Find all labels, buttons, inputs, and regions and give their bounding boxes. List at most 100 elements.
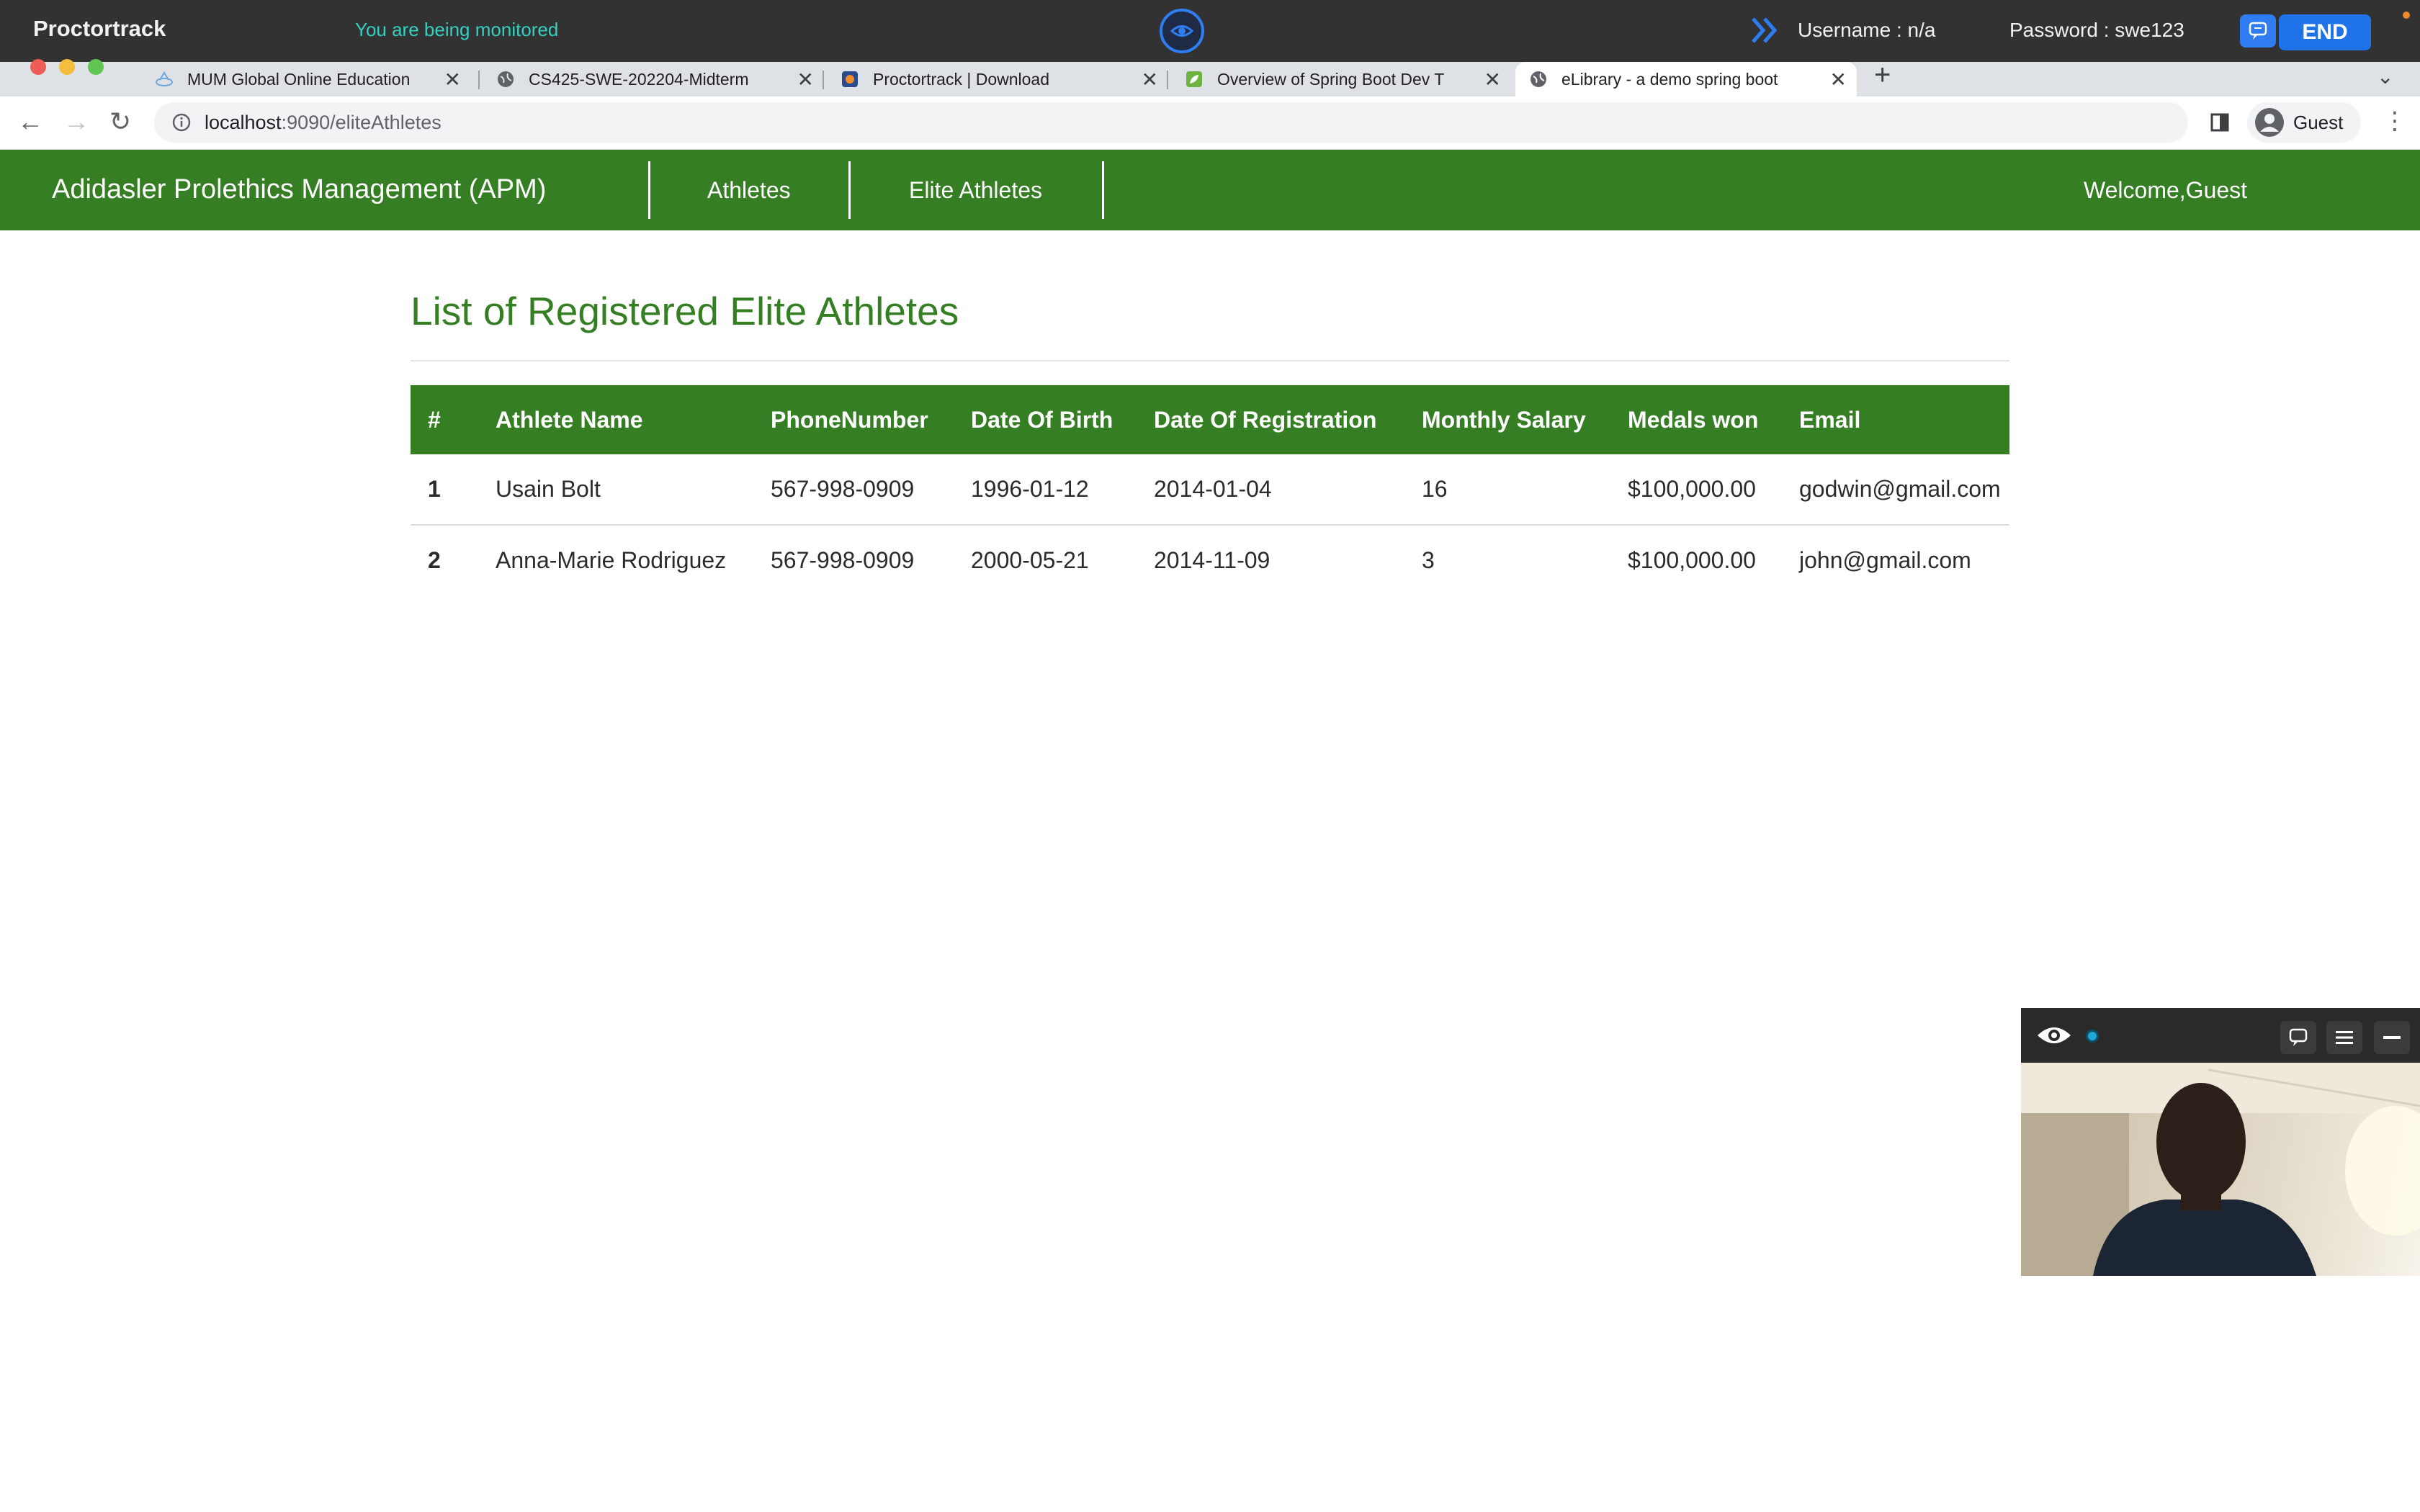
athlete-name: Anna-Marie Rodriguez <box>496 547 727 573</box>
browser-menu-icon[interactable]: ⋮ <box>2383 107 2407 135</box>
tab-spring-boot[interactable]: Overview of Spring Boot Dev T ✕ <box>1171 62 1511 96</box>
tab-title: eLibrary - a demo spring boot <box>1561 69 1778 89</box>
phone-number: 567-998-0909 <box>753 454 954 526</box>
minimize-window-button[interactable] <box>59 59 75 75</box>
nav-divider <box>1102 161 1104 219</box>
tab-separator <box>823 71 824 89</box>
medals-won: $100,000.00 <box>1610 454 1782 526</box>
proctor-brand: Proctortrack <box>33 16 166 41</box>
chat-icon <box>2289 1028 2308 1046</box>
column-header: Athlete Name <box>496 406 643 433</box>
date-of-birth: 2000-05-21 <box>971 547 1089 573</box>
tab-title: MUM Global Online Education <box>187 69 411 89</box>
expand-chevrons-icon[interactable] <box>1749 14 1783 50</box>
tab-mum-global[interactable]: MUM Global Online Education ✕ <box>141 62 471 96</box>
table-header-row: # Athlete Name PhoneNumber Date Of Birth… <box>411 385 2009 454</box>
url-text: localhost:9090/eliteAthletes <box>205 112 442 134</box>
column-header: Monthly Salary <box>1422 406 1586 433</box>
graduation-icon <box>154 69 174 89</box>
webcam-person-image <box>2021 1063 2420 1276</box>
column-header: Date Of Registration <box>1154 406 1377 433</box>
maximize-window-button[interactable] <box>88 59 104 75</box>
row-number: 2 <box>428 547 441 573</box>
forward-arrow-icon[interactable]: → <box>63 107 89 137</box>
webcam-chat-button[interactable] <box>2280 1021 2316 1054</box>
close-icon[interactable]: ✕ <box>1142 68 1158 91</box>
proctortrack-icon <box>840 69 860 89</box>
new-tab-icon[interactable]: + <box>1874 59 1891 91</box>
webcam-menu-button[interactable] <box>2326 1021 2362 1054</box>
table-row: 2 Anna-Marie Rodriguez 567-998-0909 2000… <box>411 525 2009 595</box>
profile-label: Guest <box>2293 111 2344 133</box>
close-window-button[interactable] <box>30 59 46 75</box>
close-icon[interactable]: ✕ <box>797 68 814 91</box>
column-header: Medals won <box>1628 406 1759 433</box>
table-row: 1 Usain Bolt 567-998-0909 1996-01-12 201… <box>411 454 2009 526</box>
column-header: # <box>428 406 441 433</box>
date-of-birth: 1996-01-12 <box>954 454 1137 526</box>
monthly-salary: 16 <box>1404 454 1610 526</box>
column-header: PhoneNumber <box>771 406 928 433</box>
password-label: Password : swe123 <box>2009 19 2184 41</box>
eye-icon <box>2035 1021 2073 1053</box>
tab-separator <box>478 71 480 89</box>
nav-divider <box>648 161 650 219</box>
webcam-minimize-button[interactable] <box>2374 1021 2410 1054</box>
tab-separator <box>1167 71 1168 89</box>
tab-elibrary[interactable]: eLibrary - a demo spring boot ✕ <box>1515 62 1857 96</box>
monitoring-status: You are being monitored <box>355 19 559 40</box>
url-path: :9090/eliteAthletes <box>281 112 442 133</box>
tab-title: CS425-SWE-202204-Midterm <box>529 69 749 89</box>
tab-title: Proctortrack | Download <box>873 69 1050 89</box>
email: godwin@gmail.com <box>1782 454 2009 526</box>
profile-button[interactable]: Guest <box>2247 102 2361 143</box>
site-info-icon[interactable] <box>171 112 192 136</box>
app-brand[interactable]: Adidasler Prolethics Management (APM) <box>52 174 546 205</box>
athlete-name: Usain Bolt <box>478 454 753 526</box>
end-session-button[interactable]: END <box>2279 14 2371 50</box>
close-icon[interactable]: ✕ <box>1830 68 1847 91</box>
date-of-registration: 2014-11-09 <box>1154 547 1270 573</box>
elite-athletes-table: # Athlete Name PhoneNumber Date Of Birth… <box>411 385 2009 595</box>
globe-icon <box>496 69 516 89</box>
chat-button[interactable] <box>2240 14 2276 48</box>
side-panel-icon[interactable] <box>2210 112 2230 132</box>
date-of-registration: 2014-01-04 <box>1137 454 1404 526</box>
hamburger-icon <box>2336 1031 2353 1044</box>
tab-proctortrack[interactable]: Proctortrack | Download ✕ <box>827 62 1168 96</box>
globe-icon <box>1528 69 1549 89</box>
browser-tab-strip: MUM Global Online Education ✕ CS425-SWE-… <box>0 59 2420 96</box>
tab-title: Overview of Spring Boot Dev T <box>1217 69 1445 89</box>
medals-won: $100,000.00 <box>1628 547 1756 573</box>
column-header: Email <box>1799 406 1861 433</box>
nav-link-athletes[interactable]: Athletes <box>707 177 791 204</box>
tab-midterm[interactable]: CS425-SWE-202204-Midterm ✕ <box>483 62 824 96</box>
minimize-icon <box>2383 1036 2401 1039</box>
chat-icon <box>2249 22 2267 40</box>
reload-icon[interactable]: ↻ <box>109 107 131 137</box>
email: john@gmail.com <box>1799 547 1971 573</box>
webcam-header <box>2021 1008 2420 1063</box>
close-icon[interactable]: ✕ <box>1484 68 1501 91</box>
url-host: localhost <box>205 112 282 133</box>
webcam-panel[interactable] <box>2021 1008 2420 1276</box>
monthly-salary: 3 <box>1422 547 1435 573</box>
username-label: Username : n/a <box>1798 19 1936 41</box>
nav-link-elite-athletes[interactable]: Elite Athletes <box>909 177 1042 204</box>
tab-search-chevron-icon[interactable]: ⌄ <box>2377 65 2393 89</box>
nav-divider <box>848 161 851 219</box>
phone-number: 567-998-0909 <box>771 547 915 573</box>
back-arrow-icon[interactable]: ← <box>17 107 43 137</box>
close-icon[interactable]: ✕ <box>444 68 461 91</box>
title-divider <box>411 360 2009 361</box>
notification-dot <box>2403 12 2410 19</box>
spring-leaf-icon <box>1184 69 1204 89</box>
webcam-feed <box>2021 1063 2420 1276</box>
recording-indicator <box>2086 1030 2099 1043</box>
page-title: List of Registered Elite Athletes <box>411 289 959 333</box>
address-row: ← → ↻ localhost:9090/eliteAthletes Guest… <box>0 96 2420 150</box>
proctor-eye-icon[interactable] <box>1160 9 1204 53</box>
welcome-message: Welcome,Guest <box>2084 177 2248 203</box>
proctor-bar: Proctortrack You are being monitored Use… <box>0 0 2420 62</box>
address-bar[interactable]: localhost:9090/eliteAthletes <box>154 102 2188 143</box>
